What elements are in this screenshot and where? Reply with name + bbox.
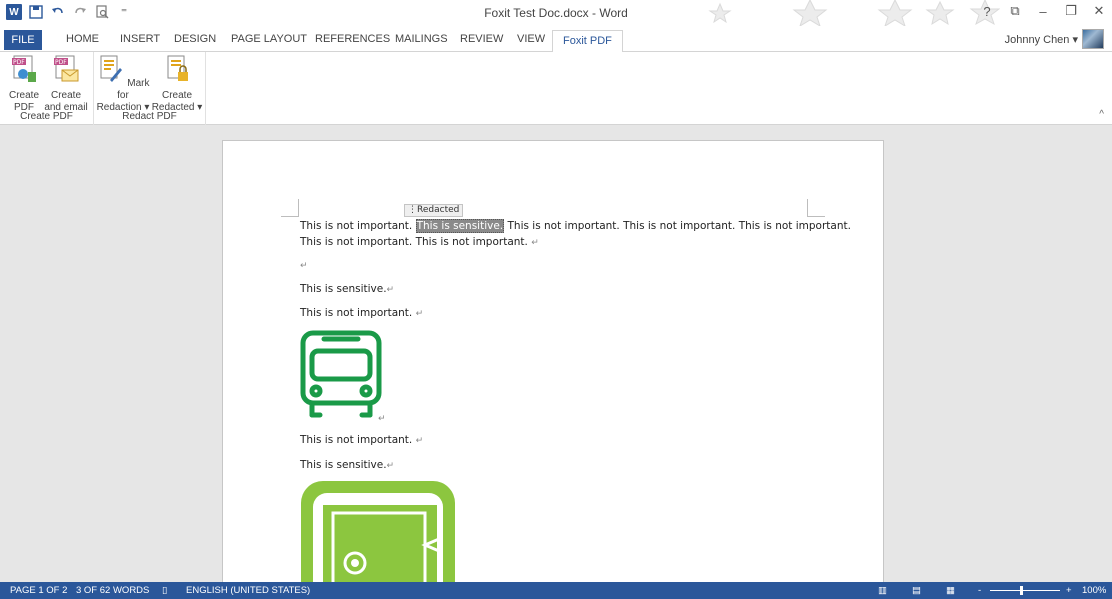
status-bar: PAGE 1 OF 2 3 OF 62 WORDS ▯ ENGLISH (UNI… [0,582,1112,599]
zoom-level[interactable]: 100% [1082,585,1106,596]
document-page[interactable]: ⋮Redacted This is not important. This is… [222,140,884,582]
tab-view[interactable]: VIEW [517,31,545,52]
redo-icon[interactable] [72,4,88,20]
create-pdf-button[interactable]: PDF Create PDF [6,54,42,114]
margin-corner-top-left [281,199,299,217]
tab-insert[interactable]: INSERT [120,31,160,52]
user-account[interactable]: Johnny Chen ▾ [1005,33,1078,46]
paragraph-mark: ↵ [415,436,424,446]
document-area[interactable]: ⋮Redacted This is not important. This is… [0,126,1112,582]
text-not-important: This is not important. [300,434,416,446]
title-bar: W ⁼ Foxit Test Doc.docx - Word ? ⧉ – ❐ ✕ [0,0,1112,26]
ribbon-display-options-icon[interactable]: ⧉ [1008,3,1022,19]
paragraph-1-line-2[interactable]: This is not important. This is not impor… [300,234,539,251]
zoom-slider-track[interactable] [990,590,1060,591]
zoom-slider-thumb[interactable] [1020,586,1023,595]
text-sensitive: This is sensitive. [300,459,387,471]
tab-references[interactable]: REFERENCES [315,31,390,52]
paragraph-not-important-3[interactable]: This is not important. ↵ [300,432,423,449]
paragraph-mark: ↵ [531,238,539,248]
safe-image[interactable] [299,479,457,582]
read-mode-icon[interactable]: ▥ [878,585,887,596]
proofing-icon[interactable]: ▯ [162,585,167,596]
tab-mailings[interactable]: MAILINGS [395,31,448,52]
create-and-email-button[interactable]: PDF Create and email [42,54,90,114]
svg-text:PDF: PDF [13,59,25,66]
svg-text:↵: ↵ [378,414,384,424]
tab-page-layout[interactable]: PAGE LAYOUT [231,31,307,52]
tab-design[interactable]: DESIGN [174,31,216,52]
collapse-ribbon-icon[interactable]: ^ [1099,109,1104,120]
language-indicator[interactable]: ENGLISH (UNITED STATES) [186,585,310,596]
close-icon[interactable]: ✕ [1092,3,1106,19]
empty-paragraph[interactable]: ↵ [300,257,308,274]
tab-file[interactable]: FILE [4,30,42,50]
paragraph-sensitive-1[interactable]: This is sensitive.↵ [300,281,394,298]
margin-corner-top-right [807,199,825,217]
undo-icon[interactable] [50,4,66,20]
bus-image[interactable]: ↵ [298,329,384,427]
create-redacted-button[interactable]: Create Redacted ▾ [150,54,204,114]
web-layout-icon[interactable]: ▦ [946,585,955,596]
tab-home[interactable]: HOME [66,31,99,52]
restore-icon[interactable]: ❐ [1064,3,1078,19]
redacted-content-control-tag[interactable]: ⋮Redacted [404,204,464,217]
window-controls: ? ⧉ – ❐ ✕ [980,3,1106,19]
group-create-pdf: PDF Create PDF PDF Create and email Crea… [0,52,94,125]
group-label-redact-pdf: Redact PDF [122,111,177,122]
paragraph-mark: ↵ [415,309,424,319]
mark-redaction-icon [100,55,123,82]
svg-text:PDF: PDF [55,59,67,66]
paragraph-mark: ↵ [386,461,395,471]
paragraph-sensitive-2[interactable]: This is sensitive.↵ [300,457,394,474]
tab-review[interactable]: REVIEW [460,31,503,52]
text-sensitive: This is sensitive. [300,283,387,295]
quick-access-toolbar: W ⁼ [6,4,132,20]
word-count[interactable]: 3 OF 62 WORDS [76,585,149,596]
redacted-highlight-text[interactable]: This is sensitive. [415,219,505,233]
word-logo-icon[interactable]: W [6,4,22,20]
page-indicator[interactable]: PAGE 1 OF 2 [10,585,67,596]
pdf-email-icon: PDF [54,55,79,82]
paragraph-not-important-2[interactable]: This is not important. ↵ [300,305,423,322]
group-redact-pdf: Mark for Redaction ▾ Create Redacted ▾ R… [94,52,206,125]
print-preview-icon[interactable] [94,4,110,20]
create-pdf-icon: PDF [12,55,36,82]
background-stars-decoration [708,0,1000,26]
paragraph-mark: ↵ [300,261,308,271]
group-label-create-pdf: Create PDF [20,111,73,122]
ribbon-tabs: FILE HOME INSERT DESIGN PAGE LAYOUT REFE… [0,26,1112,53]
save-icon[interactable] [28,4,44,20]
create-and-email-label-1: Create [50,90,81,101]
text-not-important: This is not important. [300,220,416,232]
avatar[interactable] [1082,29,1104,49]
paragraph-1-line-1[interactable]: This is not important. This is sensitive… [300,218,851,234]
text-not-important: This is not important. This is not impor… [504,220,851,232]
mark-for-redaction-button[interactable]: Mark for Redaction ▾ [96,54,150,114]
tab-foxit-pdf[interactable]: Foxit PDF [552,30,623,53]
help-icon[interactable]: ? [980,4,994,19]
create-redacted-label-1: Create [161,90,192,101]
user-name: Johnny Chen [1004,34,1070,46]
ribbon: PDF Create PDF PDF Create and email Crea… [0,52,1112,125]
create-pdf-label-1: Create [8,90,39,101]
paragraph-mark: ↵ [386,285,395,295]
minimize-icon[interactable]: – [1036,4,1050,19]
text-not-important: This is not important. This is not impor… [300,236,532,248]
print-layout-icon[interactable]: ▤ [912,585,921,596]
zoom-in-button[interactable]: + [1066,585,1072,596]
customize-qat-icon[interactable]: ⁼ [116,4,132,20]
create-redacted-icon [167,55,188,81]
zoom-out-button[interactable]: - [978,585,981,596]
text-not-important: This is not important. [300,307,416,319]
